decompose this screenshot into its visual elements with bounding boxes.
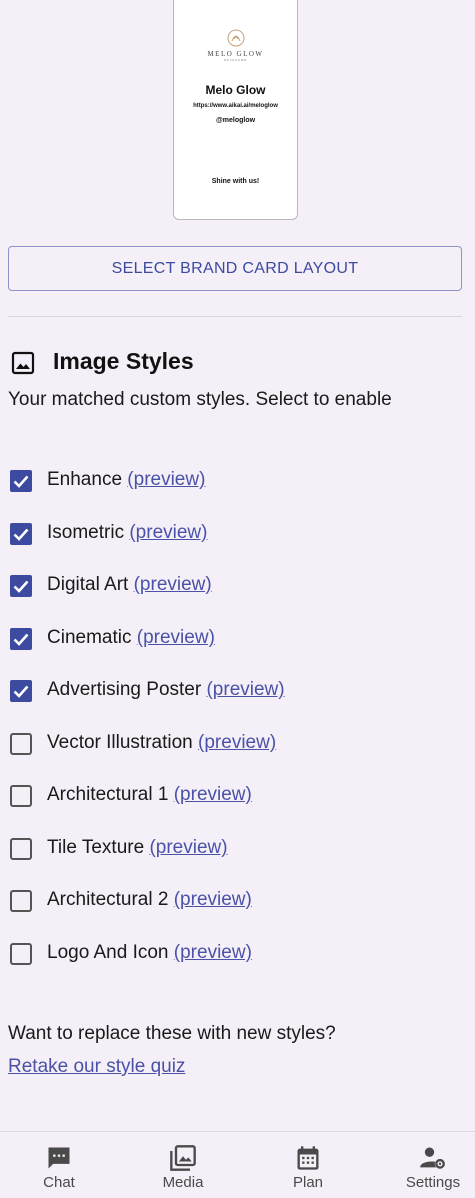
preview-link[interactable]: (preview) — [174, 784, 252, 805]
nav-item-plan[interactable]: Plan — [249, 1132, 367, 1198]
style-label: Enhance (preview) — [47, 469, 206, 490]
divider — [8, 316, 462, 317]
checkbox-unchecked[interactable] — [9, 889, 33, 913]
preview-link[interactable]: (preview) — [149, 837, 227, 858]
style-row-cinematic[interactable]: Cinematic (preview) — [0, 617, 475, 661]
style-row-isometric[interactable]: Isometric (preview) — [0, 512, 475, 556]
preview-link[interactable]: (preview) — [206, 679, 284, 700]
style-label: Cinematic (preview) — [47, 627, 215, 648]
checkbox-unchecked[interactable] — [9, 784, 33, 808]
preview-link[interactable]: (preview) — [129, 522, 207, 543]
style-row-advertising-poster[interactable]: Advertising Poster (preview) — [0, 669, 475, 713]
style-row-enhance[interactable]: Enhance (preview) — [0, 459, 475, 503]
preview-link[interactable]: (preview) — [174, 942, 252, 963]
nav-item-media[interactable]: Media — [124, 1132, 242, 1198]
nav-label-settings: Settings — [405, 1174, 461, 1191]
retake-quiz-link[interactable]: Retake our style quiz — [8, 1056, 185, 1078]
chat-icon — [48, 1147, 70, 1169]
style-label: Architectural 2 (preview) — [47, 889, 252, 910]
preview-link[interactable]: (preview) — [127, 469, 205, 490]
calendar-icon — [297, 1146, 319, 1170]
checkbox-unchecked[interactable] — [9, 732, 33, 756]
style-label: Isometric (preview) — [47, 522, 208, 543]
brand-url: https://www.aikai.ai/meloglow — [193, 103, 278, 109]
nav-label-plan: Plan — [292, 1174, 324, 1191]
brand-logo-icon — [227, 29, 244, 47]
preview-link[interactable]: (preview) — [137, 627, 215, 648]
brand-logo-sub: SKINCARE — [223, 58, 248, 62]
user-settings-icon — [420, 1147, 446, 1170]
style-label: Architectural 1 (preview) — [47, 784, 252, 805]
replace-styles-prompt: Want to replace these with new styles? — [8, 1023, 336, 1044]
checkbox-checked[interactable] — [9, 574, 33, 598]
section-title: Image Styles — [53, 348, 194, 374]
brand-name: Melo Glow — [205, 83, 266, 97]
checkbox-checked[interactable] — [9, 469, 33, 493]
style-row-vector-illustration[interactable]: Vector Illustration (preview) — [0, 722, 475, 766]
style-row-architectural-1[interactable]: Architectural 1 (preview) — [0, 774, 475, 818]
style-row-tile-texture[interactable]: Tile Texture (preview) — [0, 827, 475, 871]
nav-item-chat[interactable]: Chat — [0, 1132, 118, 1198]
checkbox-unchecked[interactable] — [9, 837, 33, 861]
select-brand-card-layout-button[interactable]: SELECT BRAND CARD LAYOUT — [8, 246, 462, 291]
brand-logo: MELO GLOW SKINCARE — [174, 27, 297, 67]
preview-link[interactable]: (preview) — [134, 574, 212, 595]
preview-link[interactable]: (preview) — [198, 732, 276, 753]
nav-item-settings[interactable]: Settings — [374, 1132, 475, 1198]
brand-tagline: Shine with us! — [211, 178, 260, 185]
preview-link[interactable]: (preview) — [174, 889, 252, 910]
brand-handle: @meloglow — [215, 117, 256, 124]
nav-label-chat: Chat — [43, 1174, 75, 1191]
checkbox-checked[interactable] — [9, 522, 33, 546]
image-icon — [11, 351, 35, 375]
style-row-digital-art[interactable]: Digital Art (preview) — [0, 564, 475, 608]
style-row-architectural-2[interactable]: Architectural 2 (preview) — [0, 879, 475, 923]
checkbox-unchecked[interactable] — [9, 942, 33, 966]
brand-card-preview: MELO GLOW SKINCARE Melo Glow https://www… — [173, 0, 298, 220]
style-label: Tile Texture (preview) — [47, 837, 228, 858]
style-label: Advertising Poster (preview) — [47, 679, 285, 700]
style-row-logo-and-icon[interactable]: Logo And Icon (preview) — [0, 932, 475, 976]
nav-label-media: Media — [162, 1174, 204, 1191]
photo-library-icon — [170, 1145, 196, 1171]
style-label: Digital Art (preview) — [47, 574, 212, 595]
section-subtitle: Your matched custom styles. Select to en… — [8, 389, 392, 410]
brand-logo-word: MELO GLOW — [207, 50, 264, 58]
bottom-nav: Chat Media Plan Settings — [0, 1131, 475, 1198]
checkbox-checked[interactable] — [9, 679, 33, 703]
checkbox-checked[interactable] — [9, 627, 33, 651]
style-label: Vector Illustration (preview) — [47, 732, 277, 753]
style-label: Logo And Icon (preview) — [47, 942, 252, 963]
